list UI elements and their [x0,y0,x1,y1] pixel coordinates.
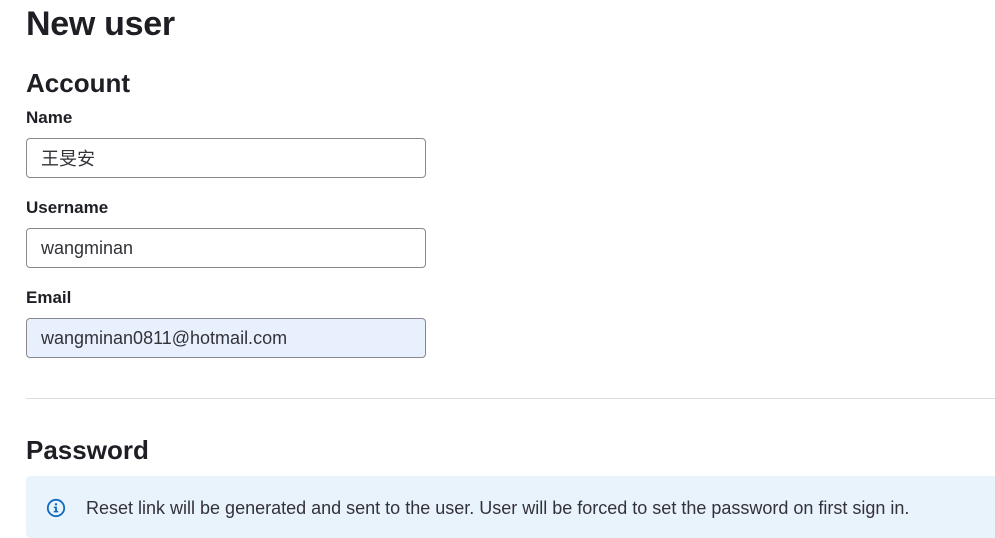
section-divider [26,398,995,399]
info-icon [46,498,66,518]
username-input[interactable] [26,228,426,268]
password-reset-info-alert: Reset link will be generated and sent to… [26,476,995,538]
username-label: Username [26,198,109,217]
account-section-heading: Account [26,68,130,98]
name-label: Name [26,108,73,127]
new-user-page: New user Account Name Username Email Pas… [0,0,995,538]
name-input[interactable] [26,138,426,178]
email-input[interactable] [26,318,426,358]
email-label: Email [26,288,72,307]
page-title: New user [26,5,175,43]
alert-message: Reset link will be generated and sent to… [86,498,910,518]
password-section-heading: Password [26,435,149,465]
